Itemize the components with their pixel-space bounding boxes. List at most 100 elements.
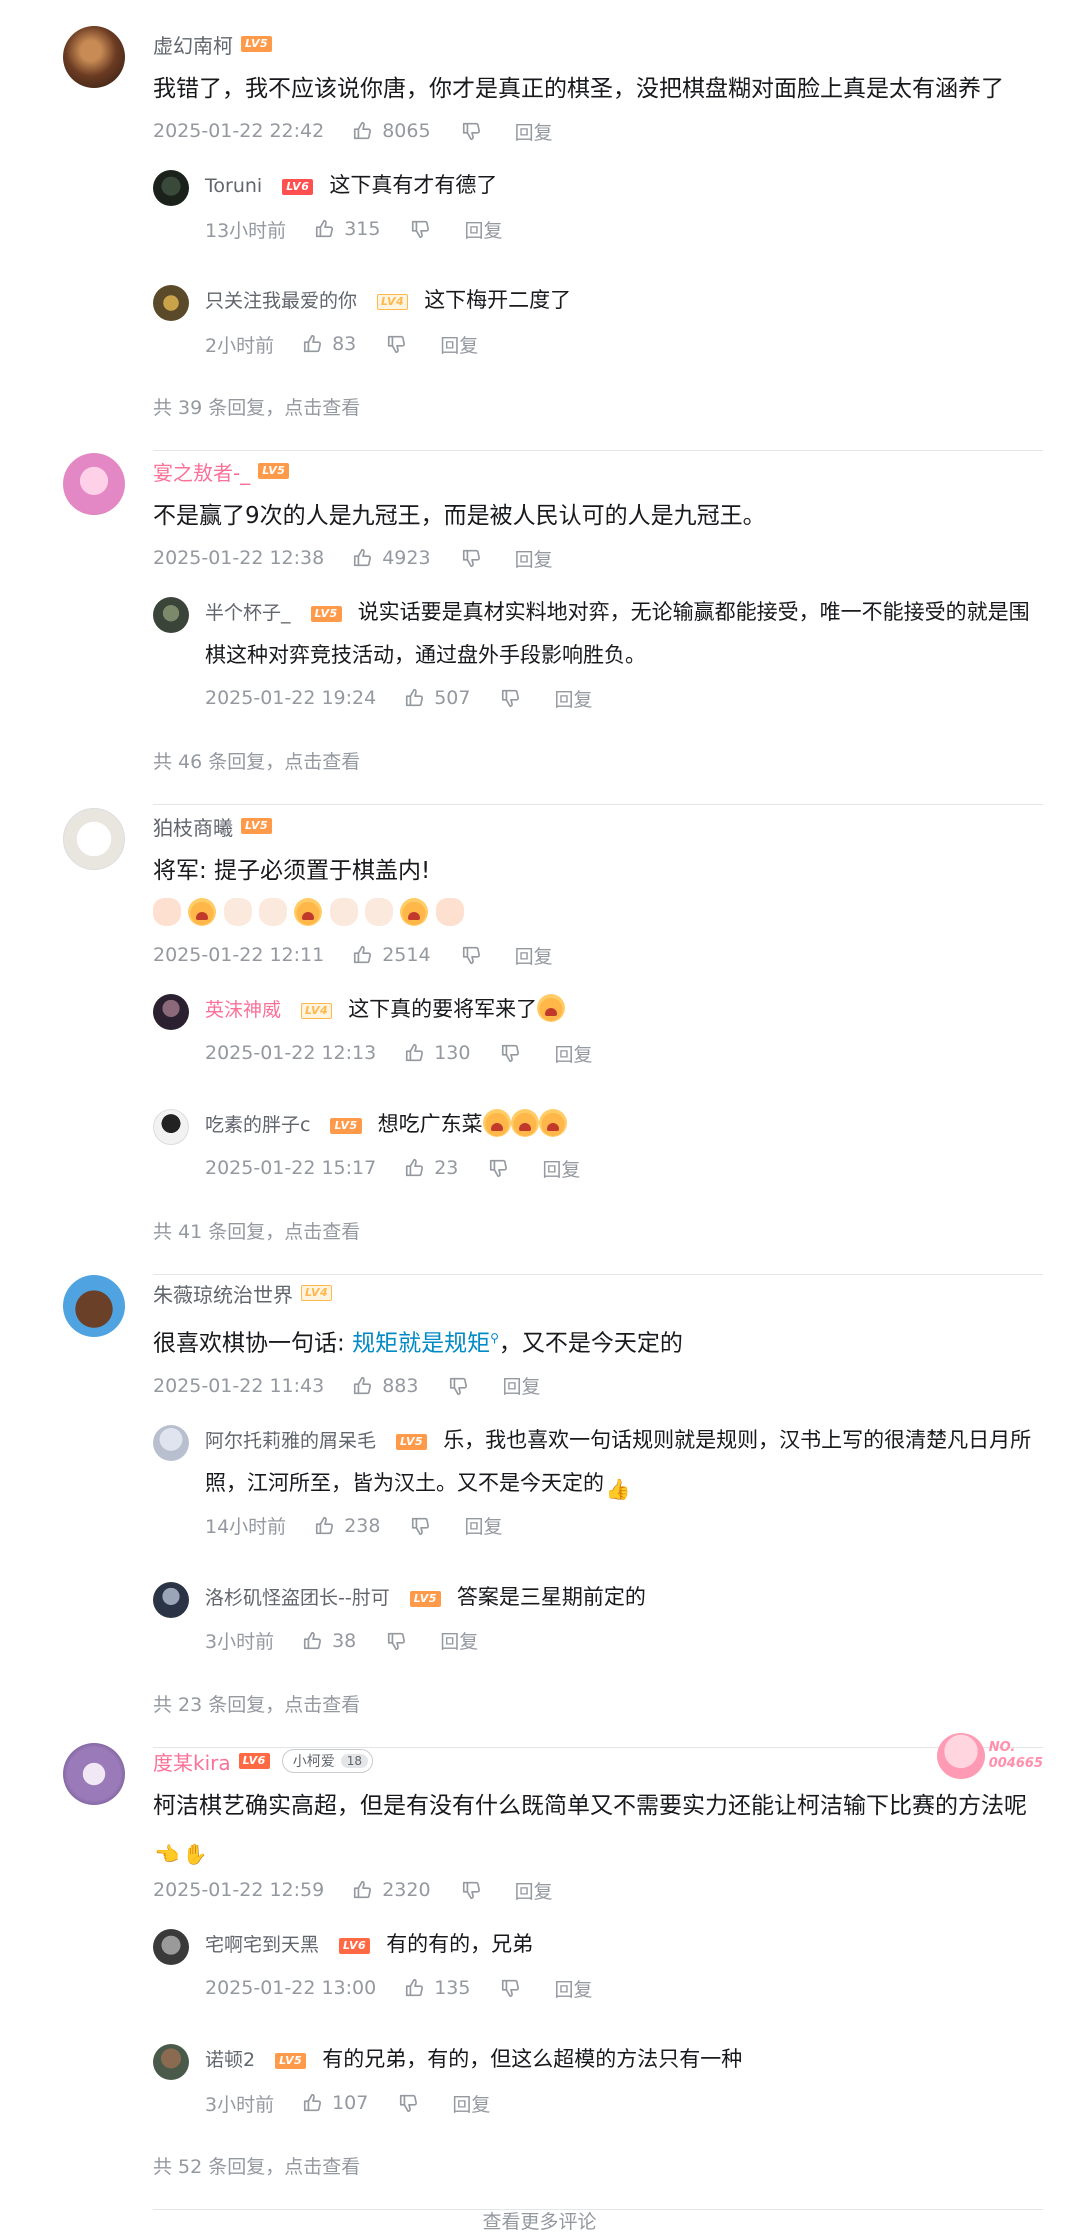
username[interactable]: 狛枝商曦 <box>153 812 233 841</box>
timestamp: 2025-01-22 12:59 <box>153 1879 325 1901</box>
dislike-button[interactable] <box>448 1375 470 1397</box>
reply-button[interactable]: 回复 <box>515 118 553 145</box>
like-button[interactable]: 507 <box>404 687 470 709</box>
dislike-button[interactable] <box>461 1879 483 1901</box>
like-button[interactable]: 4923 <box>352 547 431 569</box>
username[interactable]: 英沫神威 <box>205 999 281 1021</box>
dislike-button[interactable] <box>410 218 432 240</box>
like-button[interactable]: 315 <box>314 218 380 240</box>
fan-medal[interactable]: 小柯爱 18 <box>281 1749 374 1773</box>
avatar[interactable] <box>153 1929 189 1965</box>
decoration-card[interactable]: NO. 004665 <box>936 1733 1043 1779</box>
like-button[interactable]: 2514 <box>352 944 431 966</box>
reply-button[interactable]: 回复 <box>515 545 553 572</box>
keyword-link[interactable]: 规矩就是规矩 <box>352 1331 490 1357</box>
thumb-down-icon <box>462 549 480 568</box>
dislike-button[interactable] <box>500 1042 522 1064</box>
like-button[interactable]: 238 <box>314 1515 380 1537</box>
username[interactable]: 只关注我最爱的你 <box>205 290 357 312</box>
dislike-button[interactable] <box>461 944 483 966</box>
reply-button[interactable]: 回复 <box>440 331 478 358</box>
reply-button[interactable]: 回复 <box>464 1512 502 1539</box>
like-button[interactable]: 83 <box>302 333 356 355</box>
view-replies-link[interactable]: 共 46 条回复，点击查看 <box>153 744 1043 780</box>
reply-text: 有的有的，兄弟 <box>386 1932 534 1956</box>
avatar[interactable] <box>63 453 125 515</box>
reply-button[interactable]: 回复 <box>554 1975 592 2002</box>
username[interactable]: 宅啊宅到天黑 <box>205 1934 319 1956</box>
thumb-up-icon <box>354 945 372 964</box>
reply-button[interactable]: 回复 <box>502 1372 540 1399</box>
view-more-comments-button[interactable]: 查看更多评论 <box>0 2181 1079 2234</box>
username[interactable]: 吃素的胖子c <box>205 1114 310 1136</box>
reply-button[interactable]: 回复 <box>554 685 592 712</box>
reply-button[interactable]: 回复 <box>464 216 502 243</box>
like-button[interactable]: 8065 <box>352 120 431 142</box>
timestamp: 14小时前 <box>205 1516 287 1539</box>
timestamp: 2025-01-22 12:38 <box>153 547 325 569</box>
dislike-button[interactable] <box>386 333 408 355</box>
username[interactable]: 虚幻南柯 <box>153 30 233 59</box>
dislike-button[interactable] <box>398 2092 420 2114</box>
reply-button[interactable]: 回复 <box>440 1627 478 1654</box>
username[interactable]: 阿尔托莉雅的屑呆毛 <box>205 1430 376 1452</box>
username[interactable]: 洛杉矶怪盗团长--肘可 <box>205 1587 390 1609</box>
avatar[interactable] <box>153 1109 189 1145</box>
like-button[interactable]: 135 <box>404 1977 470 1999</box>
view-replies-link[interactable]: 共 52 条回复，点击查看 <box>153 2149 1043 2185</box>
timestamp: 2025-01-22 12:13 <box>205 1042 377 1064</box>
mascot-icon <box>936 1733 985 1779</box>
username[interactable]: 半个杯子_ <box>205 602 291 624</box>
username[interactable]: 朱薇琼统治世界 <box>153 1279 293 1308</box>
timestamp: 3小时前 <box>205 1631 275 1654</box>
like-count: 2514 <box>382 944 431 966</box>
like-button[interactable]: 883 <box>352 1375 418 1397</box>
view-replies-link[interactable]: 共 41 条回复，点击查看 <box>153 1214 1043 1250</box>
avatar[interactable] <box>153 2044 189 2080</box>
pointing-hand-emoji: 👈 <box>154 1842 180 1866</box>
view-replies-link[interactable]: 共 39 条回复，点击查看 <box>153 390 1043 426</box>
avatar[interactable] <box>153 1424 189 1461</box>
dislike-button[interactable] <box>386 1630 408 1652</box>
avatar[interactable] <box>153 994 189 1030</box>
thumb-up-icon <box>304 1631 322 1649</box>
thumb-up-icon <box>406 688 424 707</box>
comment-item: 朱薇琼统治世界 LV4 很喜欢棋协一句话: 规矩就是规矩⚲，又不是今天定的 20… <box>0 1249 1079 1748</box>
dislike-button[interactable] <box>488 1157 510 1179</box>
avatar[interactable] <box>63 808 125 870</box>
search-icon[interactable]: ⚲ <box>490 1331 499 1345</box>
avatar[interactable] <box>153 597 189 633</box>
username[interactable]: 诺顿2 <box>205 2049 255 2071</box>
level-badge: LV5 <box>275 2053 307 2069</box>
reply-button[interactable]: 回复 <box>515 942 553 969</box>
dislike-button[interactable] <box>461 547 483 569</box>
like-button[interactable]: 2320 <box>352 1879 431 1901</box>
avatar[interactable] <box>153 1581 189 1618</box>
reply-button[interactable]: 回复 <box>515 1877 553 1904</box>
dislike-button[interactable] <box>410 1515 432 1537</box>
like-button[interactable]: 130 <box>404 1042 470 1064</box>
reply-button[interactable]: 回复 <box>542 1155 580 1182</box>
dislike-button[interactable] <box>500 687 522 709</box>
dislike-button[interactable] <box>461 120 483 142</box>
avatar[interactable] <box>63 1275 125 1337</box>
like-count: 38 <box>332 1629 357 1652</box>
avatar[interactable] <box>63 1743 125 1805</box>
avatar[interactable] <box>153 170 189 206</box>
thumb-down-icon <box>490 1159 508 1178</box>
avatar[interactable] <box>153 285 189 321</box>
reply-text: 这下真有才有德了 <box>329 173 498 197</box>
username[interactable]: 宴之敖者-_ <box>153 457 250 486</box>
like-button[interactable]: 107 <box>302 2092 368 2114</box>
comment-item: 虚幻南柯 LV5 我错了，我不应该说你唐，你才是真正的棋圣，没把棋盘糊对面脸上真… <box>0 0 1079 451</box>
reply-button[interactable]: 回复 <box>554 1040 592 1067</box>
dislike-button[interactable] <box>500 1977 522 1999</box>
comment-info: 2025-01-22 11:43 883 回复 <box>153 1365 1043 1407</box>
avatar[interactable] <box>63 26 125 88</box>
username[interactable]: 度某kira <box>153 1747 231 1776</box>
like-count: 135 <box>434 1977 471 1999</box>
like-button[interactable]: 23 <box>404 1157 458 1179</box>
like-button[interactable]: 38 <box>302 1630 356 1652</box>
username[interactable]: Toruni <box>205 175 262 197</box>
reply-button[interactable]: 回复 <box>452 2090 490 2117</box>
